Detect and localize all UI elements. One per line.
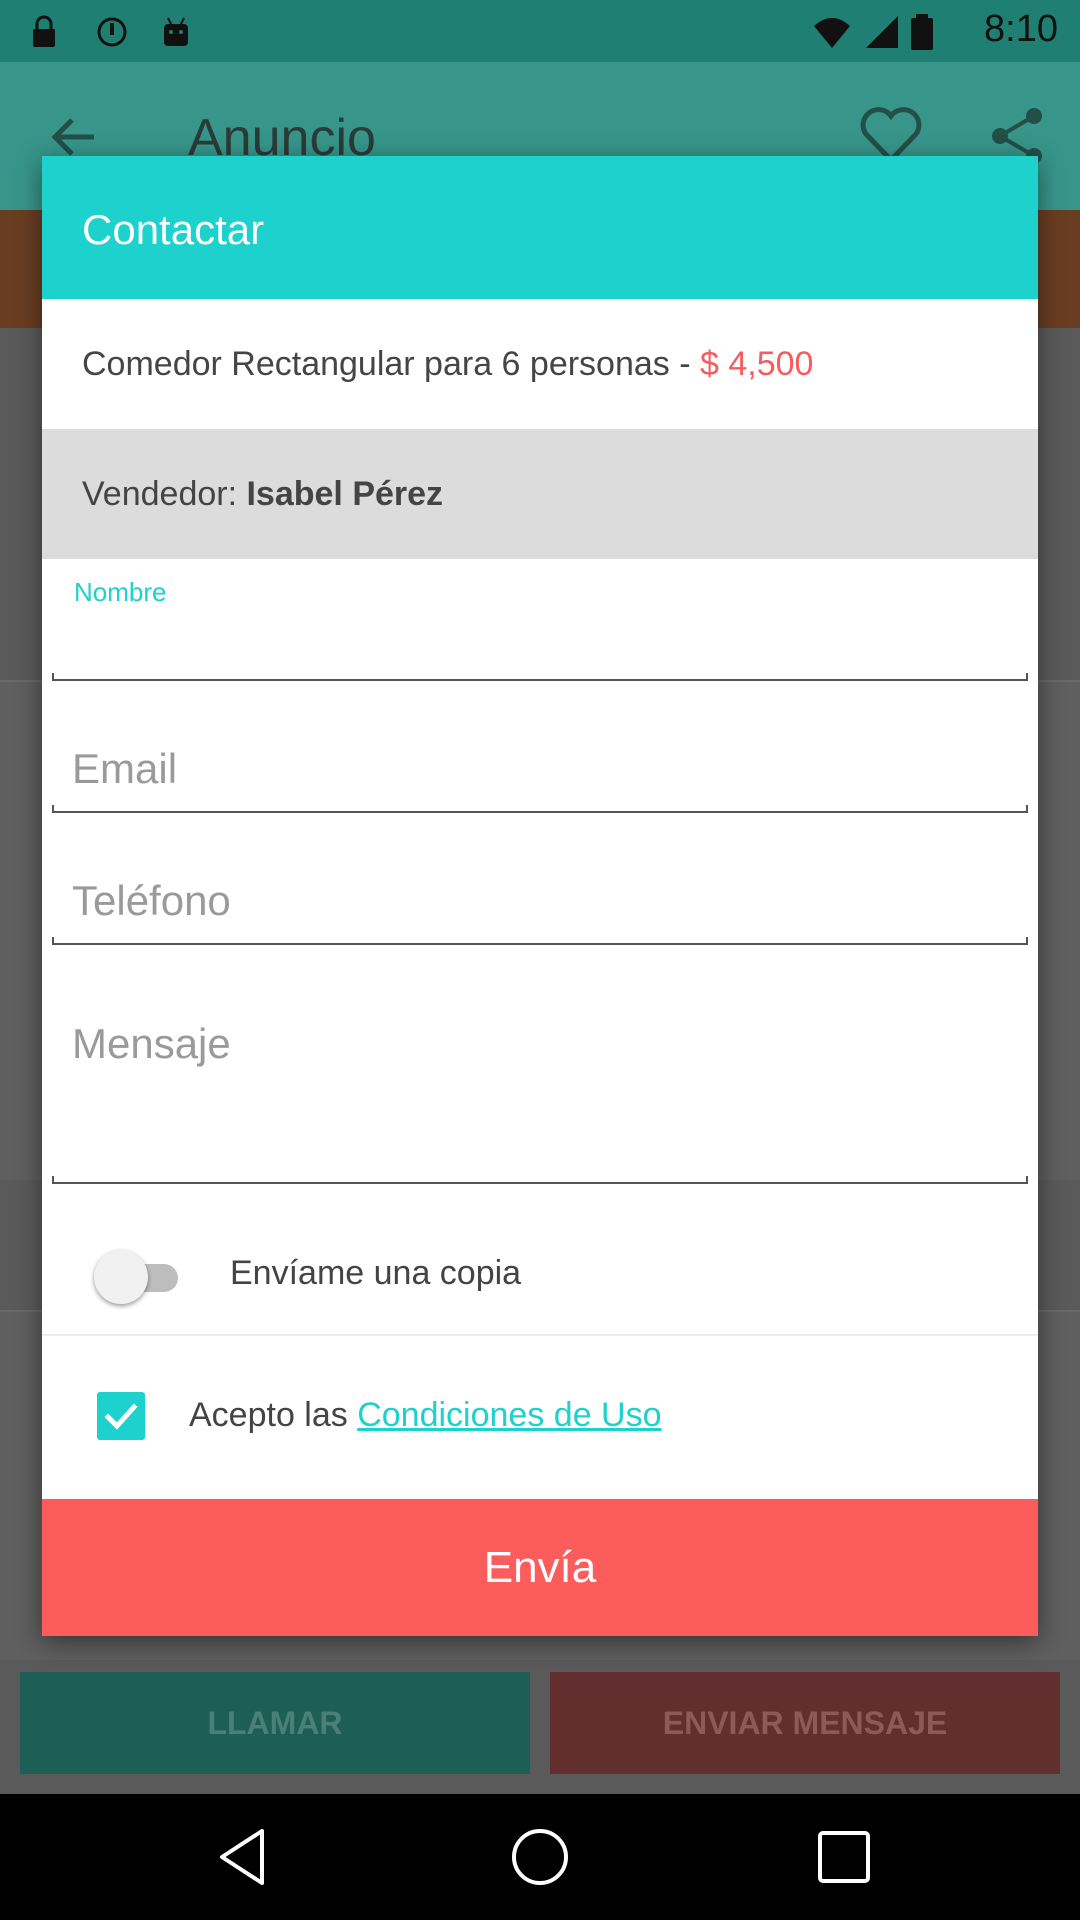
nav-home-icon[interactable] xyxy=(508,1825,572,1889)
nav-back-icon[interactable] xyxy=(212,1825,276,1889)
terms-prefix: Acepto las xyxy=(189,1396,358,1434)
battery-icon xyxy=(911,14,933,50)
message-field xyxy=(52,956,1028,1184)
wifi-icon xyxy=(814,18,850,48)
message-field-underline xyxy=(52,1176,1028,1184)
seller-line: Vendedor: Isabel Pérez xyxy=(82,475,443,514)
message-input[interactable] xyxy=(52,1020,1028,1170)
copy-toggle-row: Envíame una copia xyxy=(42,1218,1038,1336)
name-field: Nombre xyxy=(52,559,1028,681)
terms-text: Acepto las Condiciones de Uso xyxy=(189,1396,662,1435)
heart-icon[interactable] xyxy=(858,104,924,164)
seller-info: Vendedor: Isabel Pérez xyxy=(42,429,1038,559)
sync-icon xyxy=(97,17,127,47)
dialog-header: Contactar xyxy=(42,156,1038,299)
terms-checkbox[interactable] xyxy=(97,1392,145,1440)
copy-toggle-label: Envíame una copia xyxy=(230,1254,522,1292)
email-input[interactable] xyxy=(52,739,1028,799)
name-field-label: Nombre xyxy=(74,577,167,607)
product-line: Comedor Rectangular para 6 personas - $ … xyxy=(82,345,813,384)
product-summary: Comedor Rectangular para 6 personas - $ … xyxy=(42,299,1038,429)
phone-field-underline xyxy=(52,937,1028,945)
android-icon xyxy=(164,17,188,46)
product-price: $ 4,500 xyxy=(700,345,814,383)
switch-thumb xyxy=(94,1250,148,1304)
terms-link[interactable]: Condiciones de Uso xyxy=(357,1396,661,1434)
status-bar: 8:10 xyxy=(0,0,1080,62)
signal-icon xyxy=(866,16,898,48)
phone-field xyxy=(52,823,1028,945)
seller-name: Isabel Pérez xyxy=(246,475,444,513)
nav-recents-icon[interactable] xyxy=(812,1825,876,1889)
seller-label: Vendedor: xyxy=(82,475,247,513)
email-field xyxy=(52,691,1028,813)
email-field-underline xyxy=(52,805,1028,813)
send-message-button[interactable]: ENVIAR MENSAJE xyxy=(550,1672,1060,1774)
name-input[interactable] xyxy=(52,621,1028,675)
copy-toggle-switch[interactable] xyxy=(94,1250,184,1304)
phone-input[interactable] xyxy=(52,871,1028,931)
checkmark-icon xyxy=(104,1403,138,1430)
name-field-underline xyxy=(52,673,1028,681)
dialog-title: Contactar xyxy=(82,206,265,253)
navigation-bar xyxy=(0,1794,1080,1920)
clock: 8:10 xyxy=(984,8,1058,50)
contact-dialog: Contactar Comedor Rectangular para 6 per… xyxy=(42,156,1038,1636)
product-name: Comedor Rectangular para 6 personas - xyxy=(82,345,700,383)
lock-icon xyxy=(33,15,55,47)
send-button[interactable]: Envía xyxy=(42,1499,1038,1636)
terms-row: Acepto las Condiciones de Uso xyxy=(42,1336,1038,1496)
call-button[interactable]: LLAMAR xyxy=(20,1672,530,1774)
